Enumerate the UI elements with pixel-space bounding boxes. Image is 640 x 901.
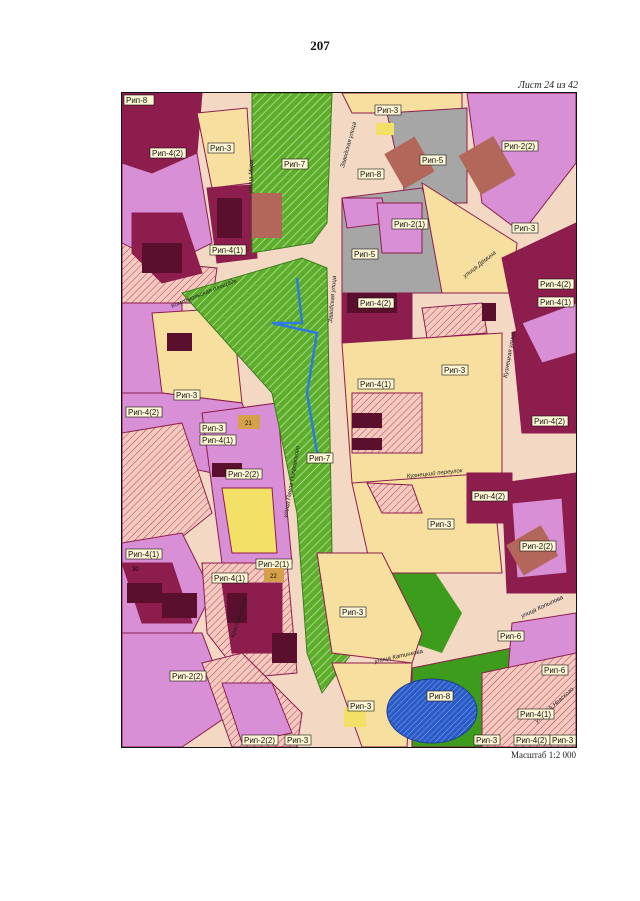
zone-label: Рип-4(1): [128, 550, 159, 559]
number-label: 30: [132, 567, 139, 573]
zone-label: Рип-2(2): [172, 672, 203, 681]
zone-label: Рип-4(2): [128, 408, 159, 417]
zone-label: Рип-4(1): [212, 246, 243, 255]
zone-label: Рип-3: [552, 736, 574, 745]
zone-label: Рип-7: [284, 160, 306, 169]
zone-label: Рип-5: [354, 250, 376, 259]
zone-label: Рип-6: [500, 632, 522, 641]
zone-label: Рип-4(2): [516, 736, 547, 745]
zone-label: Рип-3: [342, 608, 364, 617]
zone-label: Рип-3: [514, 224, 536, 233]
zone-label: Рип-4(2): [360, 299, 391, 308]
zone-label: Рип-4(2): [540, 280, 571, 289]
zoning-map[interactable]: улица Мира Заводская улица улица Дёмина …: [121, 92, 577, 748]
zone-label: Рип-5: [422, 156, 444, 165]
scale-label: Масштаб 1:2 000: [510, 750, 576, 760]
zone-label: Рип-4(1): [540, 298, 571, 307]
zone-label: Рип-4(1): [214, 574, 245, 583]
zone-label: Рип-8: [360, 170, 382, 179]
zone-label: Рип-3: [350, 702, 372, 711]
zone-label: Рип-2(2): [522, 542, 553, 551]
zone-label: Рип-4(2): [534, 417, 565, 426]
zone-label: Рип-2(1): [258, 560, 289, 569]
number-label: 21: [245, 421, 252, 427]
map-canvas: улица Мира Заводская улица улица Дёмина …: [122, 93, 576, 747]
zone-label: Рип-2(2): [244, 736, 275, 745]
sheet-label: Лист 24 из 42: [518, 80, 578, 91]
zone-label: Рип-4(2): [152, 149, 183, 158]
zone-label: Рип-4(1): [360, 380, 391, 389]
zone-label: Рип-2(2): [228, 470, 259, 479]
zone-label: Рип-2(2): [504, 142, 535, 151]
zone-label: Рип-7: [309, 454, 331, 463]
yellow-patch: [376, 123, 394, 135]
page-number: 207: [310, 38, 330, 53]
zone-label: Рип-2(1): [394, 220, 425, 229]
zone-label: Рип-4(1): [520, 710, 551, 719]
number-label: 22: [270, 574, 277, 580]
zone-label: Рип-8: [126, 96, 148, 105]
street-label: улица Мира: [248, 159, 255, 194]
zone-label: Рип-4(2): [474, 492, 505, 501]
zone-label: Рип-4(1): [202, 436, 233, 445]
zone-label: Рип-3: [377, 106, 399, 115]
zone-label: Рип-6: [544, 666, 566, 675]
zone-label: Рип-3: [176, 391, 198, 400]
zone-label: Рип-3: [287, 736, 309, 745]
lake: [386, 678, 478, 744]
zone-label: Рип-3: [476, 736, 498, 745]
zone-label: Рип-3: [210, 144, 232, 153]
zone-label: Рип-3: [430, 520, 452, 529]
zone-label: Рип-3: [202, 424, 224, 433]
zone-label: Рип-8: [429, 692, 451, 701]
zone-label: Рип-3: [444, 366, 466, 375]
